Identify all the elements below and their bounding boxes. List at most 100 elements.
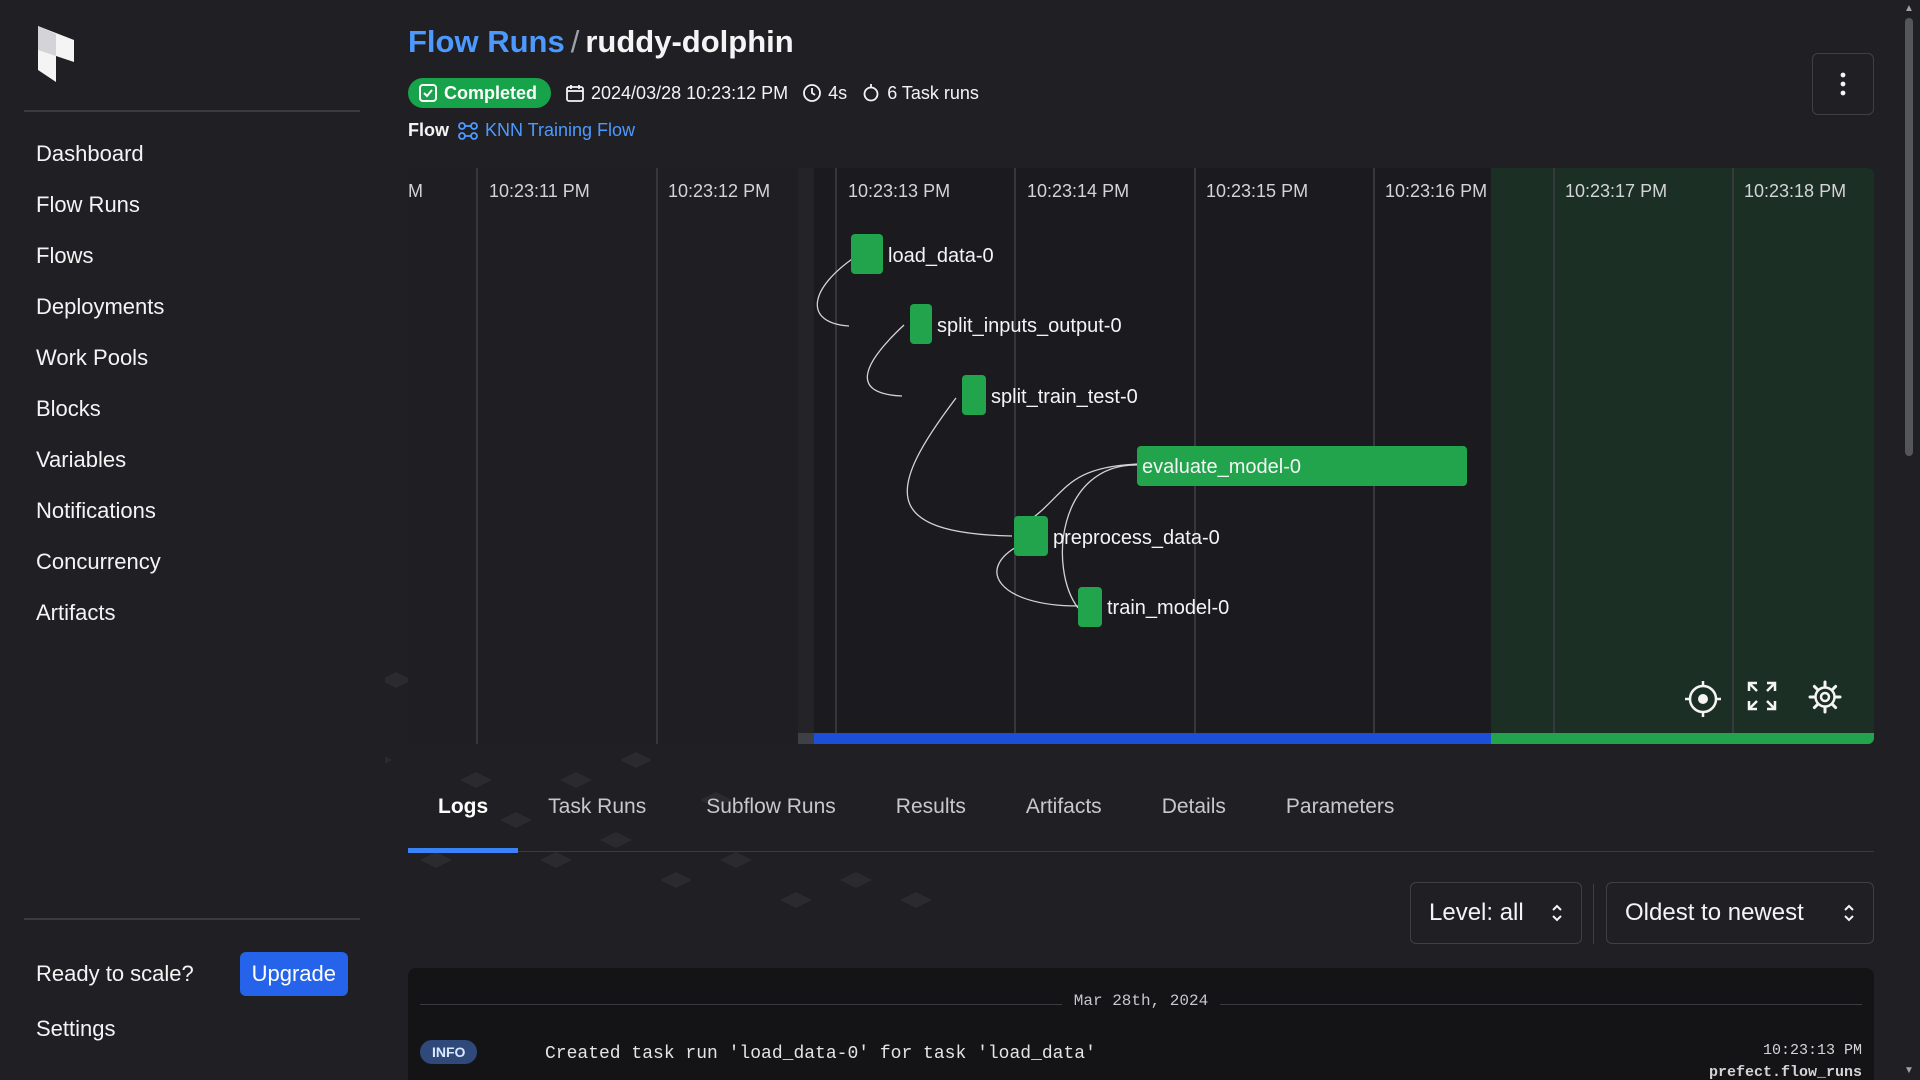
tick-label: 10:23:14 PM	[1027, 181, 1129, 201]
sidebar-top-divider	[24, 110, 360, 112]
task-label: evaluate_model-0	[1142, 456, 1301, 478]
task-label: split_inputs_output-0	[937, 315, 1122, 337]
expand-icon	[1747, 681, 1777, 711]
ready-to-scale-text: Ready to scale?	[36, 961, 194, 986]
progress-pending-segment	[798, 733, 814, 744]
tick-label: 10:23:18 PM	[1744, 181, 1846, 201]
timeline-settings-button[interactable]	[1808, 680, 1852, 724]
tab-results[interactable]: Results	[866, 770, 996, 852]
sidebar: Dashboard Flow Runs Flows Deployments Wo…	[0, 0, 385, 1080]
tick-label: 10:23:15 PM	[1206, 181, 1308, 201]
timeline-graph: M 10:23:11 PM 10:23:12 PM 10:23:13 PM 10…	[408, 168, 1874, 744]
task-label: load_data-0	[888, 245, 994, 267]
tick-label: 10:23:16 PM	[1385, 181, 1487, 201]
level-select-value: Level: all	[1429, 899, 1524, 926]
gear-icon	[1808, 680, 1842, 714]
sidebar-item-notifications[interactable]: Notifications	[24, 485, 360, 536]
scroll-up-arrow-icon[interactable]: ▲	[1902, 2, 1916, 16]
log-level-badge: INFO	[420, 1040, 478, 1064]
upgrade-prompt: Ready to scale? Upgrade	[36, 952, 348, 996]
order-select-value: Oldest to newest	[1625, 899, 1804, 926]
flow-label: Flow	[408, 120, 449, 140]
tab-details[interactable]: Details	[1132, 770, 1256, 852]
task-runs-count: 6 Task runs	[861, 83, 979, 104]
sidebar-item-variables[interactable]: Variables	[24, 434, 360, 485]
order-select[interactable]: Oldest to newest	[1606, 882, 1874, 944]
edge-split-io-to-split-tt	[866, 324, 905, 397]
tick-label: 10:23:13 PM	[848, 181, 950, 201]
sidebar-bottom-divider	[24, 918, 360, 920]
task-node-split-train-test[interactable]	[962, 375, 986, 415]
log-date: Mar 28th, 2024	[1061, 992, 1221, 1010]
edge-split-tt-to-preprocess	[906, 397, 1013, 537]
log-logger-name: prefect.flow_runs	[1708, 1064, 1862, 1080]
flow-name: KNN Training Flow	[485, 120, 636, 140]
sidebar-item-blocks[interactable]: Blocks	[24, 383, 360, 434]
task-label: train_model-0	[1107, 597, 1229, 619]
run-meta-row: Completed 2024/03/28 10:23:12 PM 4s 6 Ta…	[408, 78, 979, 108]
sidebar-item-settings[interactable]: Settings	[36, 1016, 116, 1042]
progress-running-segment	[814, 733, 1491, 744]
log-message: Created task run 'load_data-0' for task …	[545, 1044, 1096, 1064]
sidebar-item-concurrency[interactable]: Concurrency	[24, 536, 360, 587]
date-label: Mar 28th, 2024	[408, 992, 1874, 1010]
recenter-button[interactable]	[1684, 680, 1728, 724]
start-time-value: 2024/03/28 10:23:12 PM	[591, 82, 789, 103]
crosshair-icon	[1685, 681, 1721, 717]
tab-subflow-runs[interactable]: Subflow Runs	[676, 770, 866, 852]
sidebar-item-flow-runs[interactable]: Flow Runs	[24, 179, 360, 230]
run-start-band	[798, 168, 814, 744]
breadcrumb-separator: /	[570, 24, 580, 59]
log-timestamp: 10:23:13 PM	[1762, 1042, 1862, 1059]
chevron-up-down-icon	[1552, 904, 1562, 922]
sidebar-nav: Dashboard Flow Runs Flows Deployments Wo…	[24, 128, 360, 638]
flow-link[interactable]: KNN Training Flow	[457, 120, 635, 141]
progress-completed-segment	[1491, 733, 1874, 744]
more-options-button[interactable]	[1812, 53, 1874, 115]
task-node-load-data[interactable]	[851, 234, 883, 274]
sidebar-item-flows[interactable]: Flows	[24, 230, 360, 281]
page-scrollbar-thumb[interactable]	[1905, 18, 1913, 456]
scroll-down-arrow-icon[interactable]: ▼	[1902, 1064, 1916, 1078]
level-select[interactable]: Level: all	[1410, 882, 1582, 944]
tab-artifacts[interactable]: Artifacts	[996, 770, 1132, 852]
sidebar-item-artifacts[interactable]: Artifacts	[24, 587, 360, 638]
breadcrumb-flow-runs-link[interactable]: Flow Runs	[408, 24, 565, 59]
sidebar-item-work-pools[interactable]: Work Pools	[24, 332, 360, 383]
flow-row: Flow KNN Training Flow	[408, 120, 635, 141]
flow-icon	[458, 121, 478, 140]
tick-label: 10:23:17 PM	[1565, 181, 1667, 201]
breadcrumb: Flow Runs / ruddy-dolphin	[408, 24, 794, 60]
task-runs-value: 6 Task runs	[887, 82, 979, 103]
run-tabs: Logs Task Runs Subflow Runs Results Arti…	[408, 770, 1874, 853]
fullscreen-button[interactable]	[1746, 680, 1790, 724]
task-label: preprocess_data-0	[1053, 527, 1220, 549]
post-run-region	[1491, 168, 1874, 744]
duration: 4s	[802, 83, 847, 104]
chevron-up-down-icon	[1844, 904, 1854, 922]
pre-run-region	[408, 168, 798, 744]
task-node-split-inputs-output[interactable]	[910, 304, 932, 344]
start-time: 2024/03/28 10:23:12 PM	[565, 83, 788, 104]
status-label: Completed	[444, 82, 538, 103]
task-node-preprocess-data[interactable]	[1014, 516, 1048, 556]
calendar-icon	[566, 85, 584, 102]
sidebar-item-dashboard[interactable]: Dashboard	[24, 128, 360, 179]
clock-icon	[803, 84, 822, 102]
tab-logs[interactable]: Logs	[408, 770, 519, 853]
check-square-icon	[419, 84, 437, 102]
upgrade-button[interactable]: Upgrade	[239, 952, 348, 996]
task-run-icon	[863, 84, 879, 102]
tab-parameters[interactable]: Parameters	[1256, 770, 1425, 852]
status-badge: Completed	[408, 78, 552, 108]
duration-value: 4s	[828, 82, 848, 103]
sidebar-item-deployments[interactable]: Deployments	[24, 281, 360, 332]
prefect-logo-icon[interactable]	[36, 26, 76, 86]
flow-run-timeline[interactable]: M 10:23:11 PM 10:23:12 PM 10:23:13 PM 10…	[408, 168, 1874, 744]
tab-task-runs[interactable]: Task Runs	[518, 770, 676, 852]
tick-label: 10:23:11 PM	[489, 181, 590, 201]
filter-divider	[1593, 884, 1594, 944]
task-node-train-model[interactable]	[1078, 587, 1102, 627]
task-label: split_train_test-0	[991, 386, 1138, 408]
log-panel: Mar 28th, 2024 INFO Created task run 'lo…	[408, 968, 1874, 1080]
